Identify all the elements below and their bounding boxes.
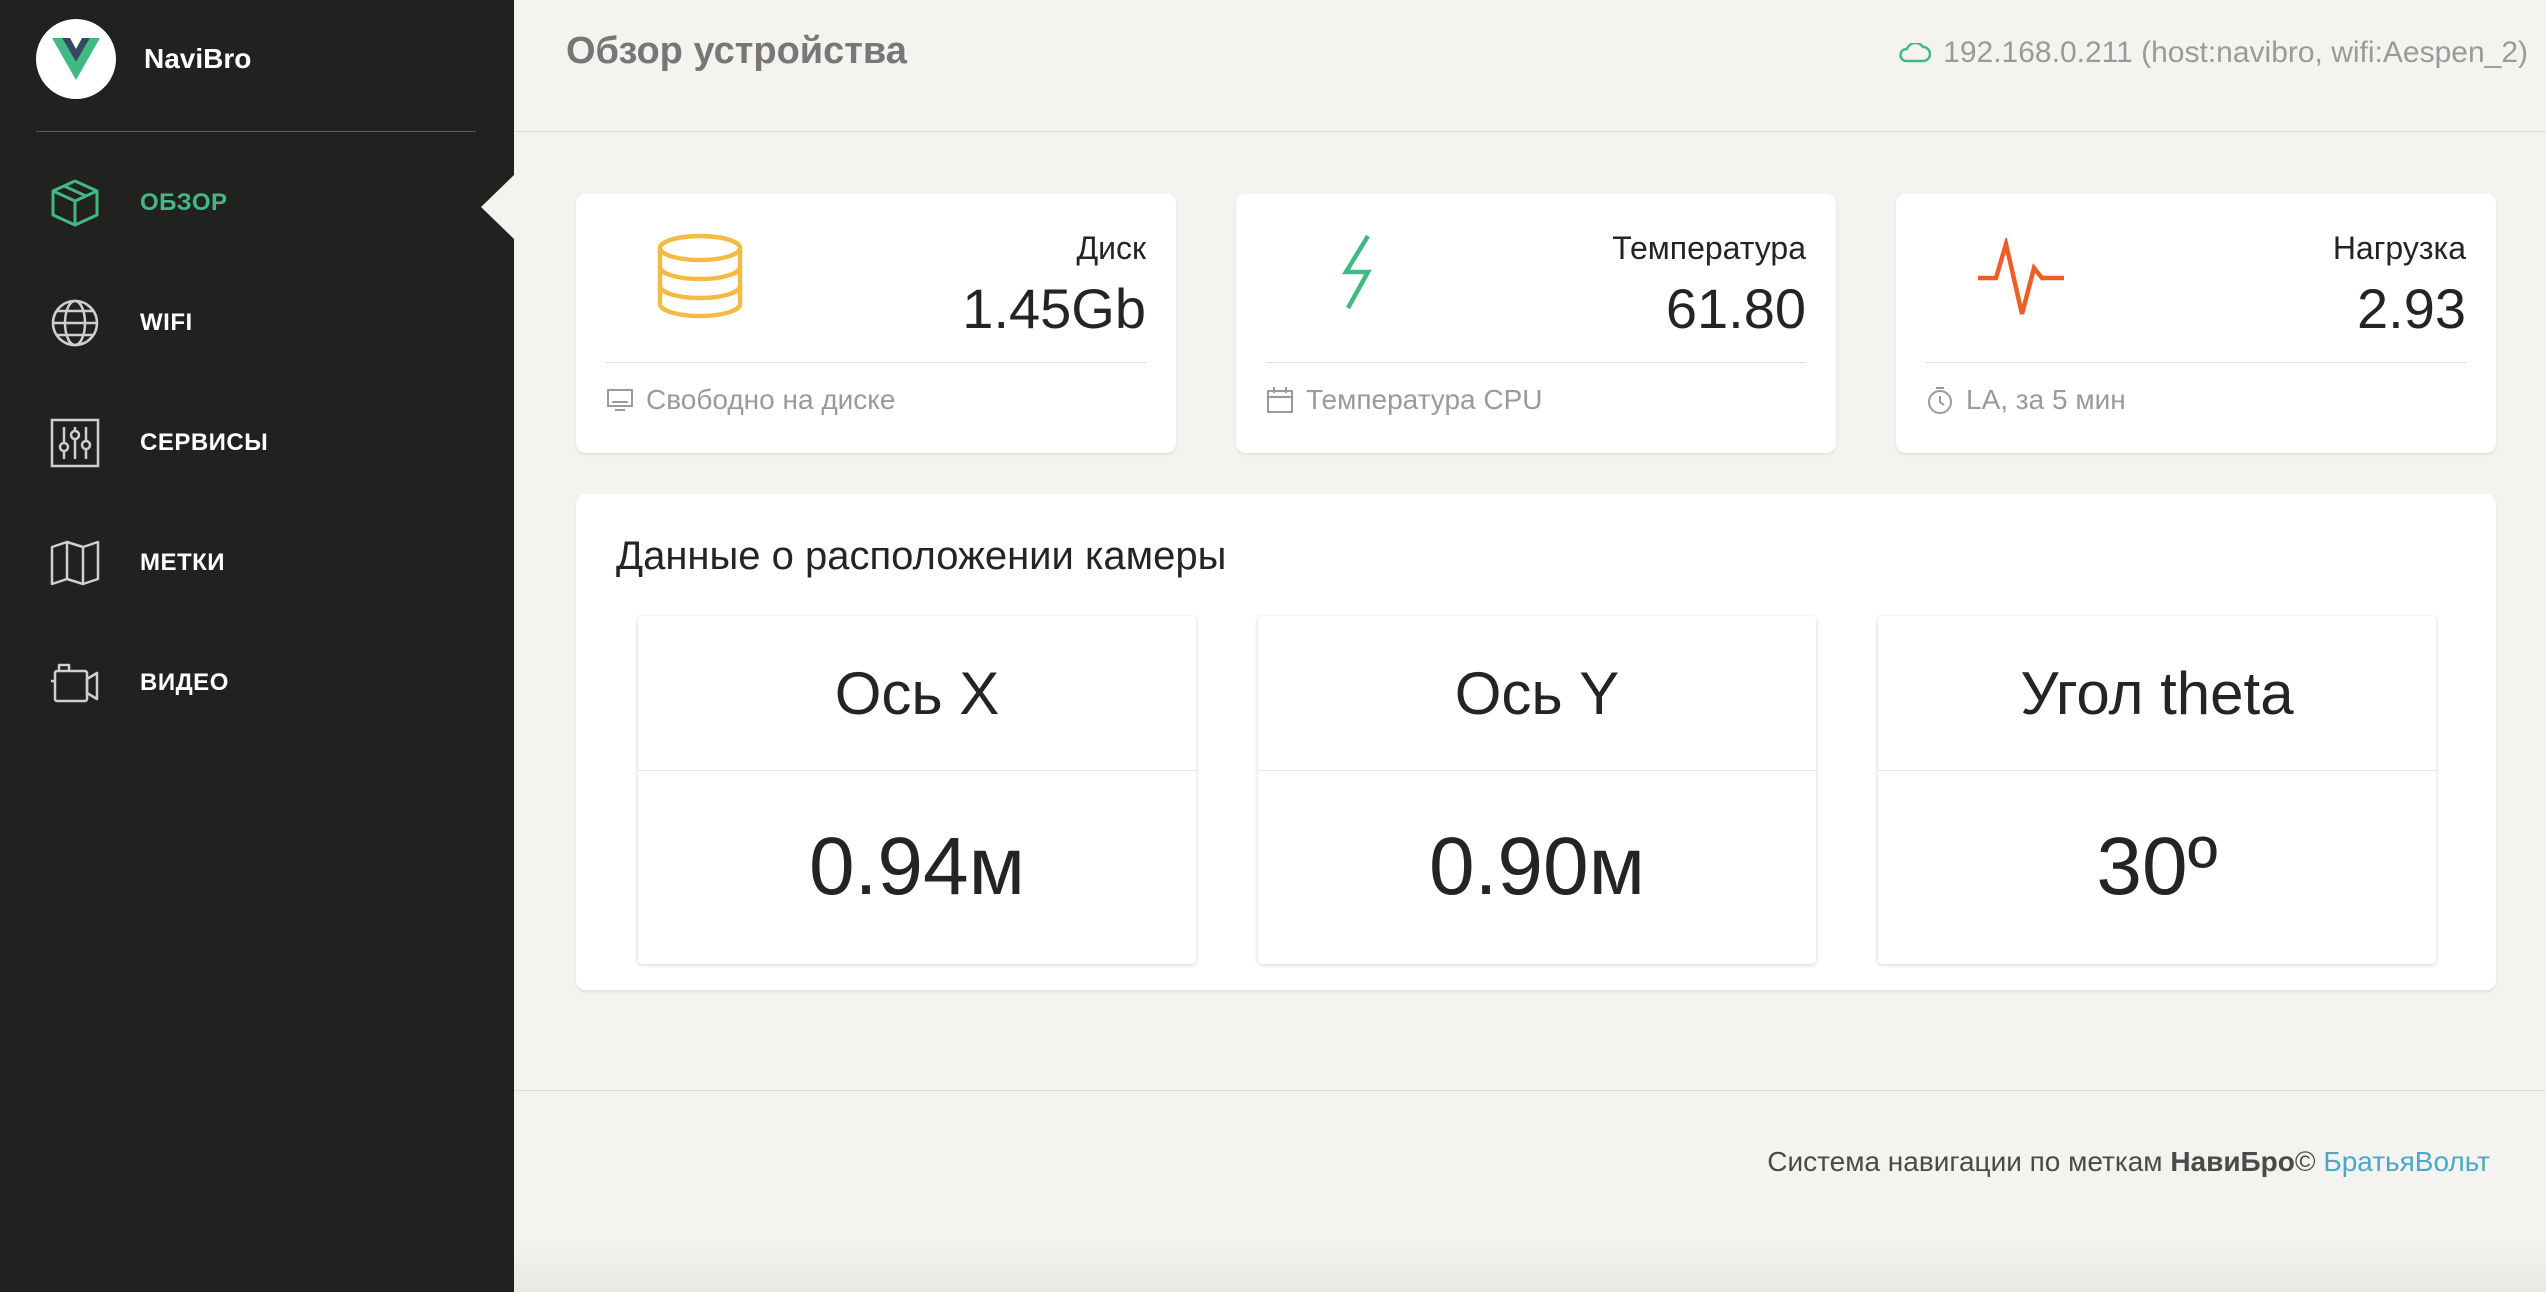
stat-title: Температура [1612,230,1806,266]
stat-title: Диск [1076,230,1146,266]
camera-position-card: Данные о расположении камеры Ось X 0.94м… [576,494,2496,990]
axis-x-card: Ось X 0.94м [638,616,1196,964]
sidebar-item-wifi[interactable]: WIFI [48,293,193,353]
stat-footer-text: Свободно на диске [646,384,896,415]
footer-link[interactable]: БратьяВольт [2323,1146,2490,1177]
axis-value: 0.94м [809,821,1025,912]
divider [606,362,1146,363]
sidebar: NaviBro ОБЗОР WIFI СЕРВИСЫ МЕТКИ ВИДЕО [0,0,514,1292]
map-icon [48,536,102,590]
camera-card-title: Данные о расположении камеры [616,534,1227,578]
app: NaviBro ОБЗОР WIFI СЕРВИСЫ МЕТКИ ВИДЕО О… [0,0,2546,1292]
axis-value: 30º [2096,821,2218,912]
monitor-icon [607,389,633,411]
pulse-icon [1976,235,2066,323]
lightning-icon [1338,232,1378,317]
stat-card-temperature: Температура 61.80 Температура CPU [1236,194,1836,453]
sidebar-item-label: МЕТКИ [140,549,226,576]
box-icon [48,176,102,230]
axis-label: Ось Y [1258,616,1816,771]
calendar-icon [1267,387,1293,413]
stat-card-disk: Диск 1.45Gb Свободно на диске [576,194,1176,453]
stat-title: Нагрузка [2332,230,2466,266]
sidebar-item-label: WIFI [140,309,193,336]
sidebar-item-label: ВИДЕО [140,669,229,696]
brand-name: NaviBro [144,43,252,74]
sidebar-item-services[interactable]: СЕРВИСЫ [48,413,268,473]
copyright-sign: © [2294,1146,2316,1177]
vue-logo-icon [36,19,116,99]
axis-label: Угол theta [1878,616,2436,771]
stat-footer: LA, за 5 мин [1926,384,2126,416]
bottom-shade [514,1240,2546,1292]
database-icon [656,232,744,325]
stat-value: 1.45Gb [962,277,1146,340]
footer-brand: НавиБро [2170,1146,2295,1177]
page-title: Обзор устройства [566,30,907,72]
stat-value: 61.80 [1665,277,1806,340]
timer-icon [1928,387,1952,414]
sidebar-item-tags[interactable]: МЕТКИ [48,533,225,593]
sidebar-item-overview[interactable]: ОБЗОР [48,173,228,233]
sidebar-item-label: СЕРВИСЫ [140,429,269,456]
divider [1266,362,1806,363]
theta-card: Угол theta 30º [1878,616,2436,964]
stat-footer: Температура CPU [1266,384,1542,416]
globe-icon [48,296,102,350]
video-camera-icon [48,656,102,710]
axis-value: 0.90м [1429,821,1645,912]
sidebar-item-video[interactable]: ВИДЕО [48,653,229,713]
stat-footer-text: LA, за 5 мин [1966,384,2126,415]
network-status-text: 192.168.0.211 (host:navibro, wifi:Aespen… [1943,36,2528,69]
footer-text: Система навигации по меткам [1767,1146,2171,1177]
stat-footer-text: Температура CPU [1306,384,1543,415]
axis-y-card: Ось Y 0.90м [1258,616,1816,964]
axis-label: Ось X [638,616,1196,771]
cloud-icon [1899,43,1932,63]
footer: Система навигации по меткам НавиБро© Бра… [1767,1146,2490,1178]
sidebar-divider [36,131,476,132]
stat-value: 2.93 [2357,277,2466,340]
brand[interactable]: NaviBro [36,18,251,100]
top-bar: Обзор устройства 192.168.0.211 (host:nav… [514,0,2546,132]
active-indicator [481,175,514,239]
stat-card-load: Нагрузка 2.93 LA, за 5 мин [1896,194,2496,453]
sidebar-item-label: ОБЗОР [140,189,228,216]
sliders-icon [48,416,102,470]
stat-footer: Свободно на диске [606,384,895,416]
footer-divider [514,1090,2546,1091]
divider [1926,362,2466,363]
network-status: 192.168.0.211 (host:navibro, wifi:Aespen… [1897,36,2528,70]
